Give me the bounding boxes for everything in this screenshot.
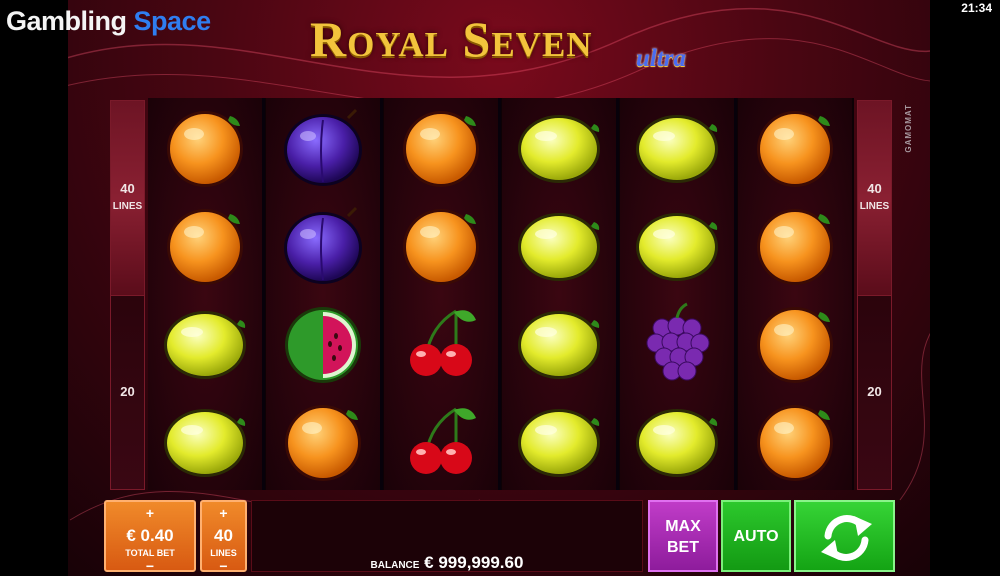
lemon-symbol: [514, 396, 604, 486]
lemon-symbol: [632, 200, 722, 290]
reel-5: [620, 98, 737, 490]
grapes-symbol: [632, 298, 722, 388]
orange-symbol: [160, 102, 250, 192]
orange-symbol: [750, 200, 840, 290]
lines-button[interactable]: + 40 LINES −: [200, 500, 247, 573]
lines-value: 40: [214, 526, 233, 545]
cherry-symbol: [396, 396, 486, 486]
right-lines-label: LINES: [859, 201, 890, 212]
balance-label: BALANCE: [370, 560, 420, 571]
bet-decrease-button[interactable]: −: [106, 559, 194, 573]
right-lines-panel-lower[interactable]: 20: [857, 295, 892, 490]
provider-logo: GAMOMAT: [904, 104, 913, 153]
reel-grid: [148, 98, 854, 490]
orange-symbol: [278, 396, 368, 486]
reel-1: [148, 98, 265, 490]
lines-increase-button[interactable]: +: [202, 506, 245, 520]
balance-row: BALANCE € 999,999.60: [252, 553, 642, 573]
brand-watermark: Gambling Space: [6, 6, 211, 37]
orange-symbol: [160, 200, 250, 290]
lemon-symbol: [632, 102, 722, 192]
control-bar: + € 0.40 TOTAL BET − + 40 LINES − BALANC…: [100, 496, 900, 576]
left-lower-value: 20: [120, 384, 135, 399]
lemon-symbol: [632, 396, 722, 486]
brand-part-1: Gambling: [6, 6, 127, 36]
reel-6: [738, 98, 852, 490]
right-lines-panel-upper[interactable]: 40 LINES: [857, 100, 892, 298]
bet-increase-button[interactable]: +: [106, 506, 194, 520]
plum-symbol: [278, 102, 368, 192]
total-bet-label: TOTAL BET: [125, 548, 175, 558]
right-black-edge: [930, 0, 1000, 576]
lines-decrease-button[interactable]: −: [202, 559, 245, 573]
left-lines-label: LINES: [112, 201, 143, 212]
refresh-arrows-icon: [821, 515, 872, 561]
game-stage: Gambling Space 21:34 Royal Seven ultra 4…: [0, 0, 1000, 576]
cherry-symbol: [396, 298, 486, 388]
game-subtitle: ultra: [636, 45, 687, 72]
orange-symbol: [750, 102, 840, 192]
lines-label: LINES: [210, 548, 237, 558]
left-lines-panel-lower[interactable]: 20: [110, 295, 145, 490]
orange-symbol: [750, 298, 840, 388]
reel-3: [384, 98, 501, 490]
lemon-symbol: [160, 396, 250, 486]
balance-display: BALANCE € 999,999.60: [251, 500, 643, 572]
lemon-symbol: [514, 298, 604, 388]
left-lines-panel-upper[interactable]: 40 LINES: [110, 100, 145, 298]
left-black-edge: [0, 0, 68, 576]
right-lines-value: 40: [867, 181, 882, 196]
orange-symbol: [396, 102, 486, 192]
status-clock: 21:34: [961, 1, 992, 15]
spin-button[interactable]: [794, 500, 895, 572]
lemon-symbol: [160, 298, 250, 388]
orange-symbol: [396, 200, 486, 290]
right-lower-value: 20: [867, 384, 882, 399]
lemon-symbol: [514, 102, 604, 192]
reel-2: [266, 98, 383, 490]
melon-symbol: [278, 298, 368, 388]
max-bet-label-2: BET: [667, 539, 699, 556]
auto-play-button[interactable]: AUTO: [721, 500, 791, 572]
max-bet-button[interactable]: MAX BET: [648, 500, 718, 572]
total-bet-button[interactable]: + € 0.40 TOTAL BET −: [104, 500, 196, 573]
lemon-symbol: [514, 200, 604, 290]
max-bet-label-1: MAX: [665, 518, 701, 535]
brand-part-2: Space: [133, 6, 212, 36]
orange-symbol: [750, 396, 840, 486]
left-lines-value: 40: [120, 181, 135, 196]
plum-symbol: [278, 200, 368, 290]
balance-value: € 999,999.60: [424, 553, 524, 572]
reel-4: [502, 98, 619, 490]
game-title: Royal Seven: [310, 11, 593, 67]
total-bet-value: € 0.40: [126, 526, 174, 545]
auto-label: AUTO: [733, 528, 779, 545]
